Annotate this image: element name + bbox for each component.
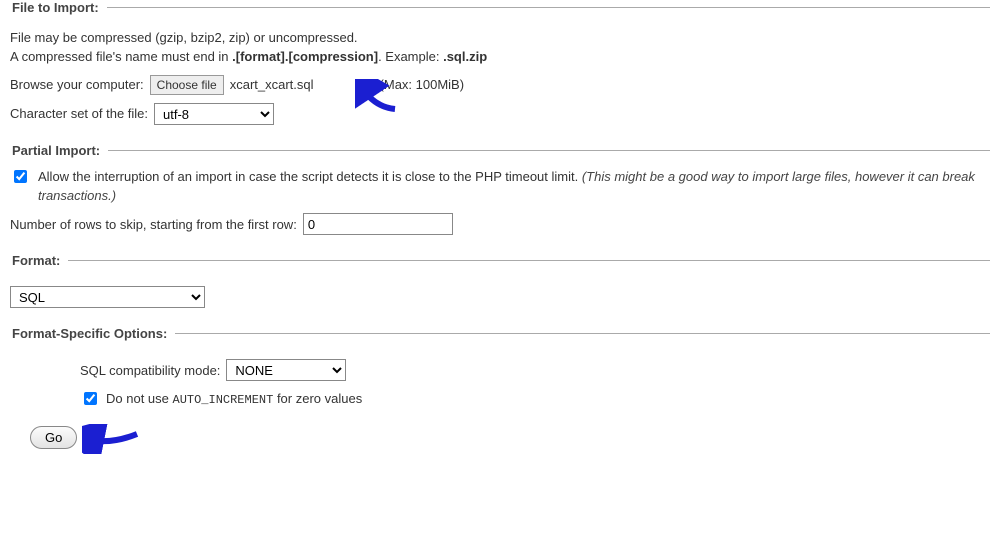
no-autoincrement-checkbox[interactable] [84,392,97,405]
format-select[interactable]: SQL [10,286,205,308]
format-specific-legend: Format-Specific Options: [10,326,175,341]
pointer-arrow-icon [82,424,142,454]
format-specific-fieldset: Format-Specific Options: SQL compatibili… [10,326,990,416]
sql-compat-label: SQL compatibility mode: [80,363,220,378]
charset-select[interactable]: utf-8 [154,103,274,125]
format-fieldset: Format: SQL [10,253,990,316]
hint-line-2b: .[format].[compression] [232,49,378,64]
hint-line-2d: .sql.zip [443,49,487,64]
browse-label: Browse your computer: [10,77,144,92]
go-button[interactable]: Go [30,426,77,449]
hint-line-2a: A compressed file's name must end in [10,49,232,64]
format-legend: Format: [10,253,68,268]
choose-file-button[interactable]: Choose file [150,75,224,95]
charset-label: Character set of the file: [10,106,148,121]
skip-rows-input[interactable] [303,213,453,235]
compression-hint: File may be compressed (gzip, bzip2, zip… [10,29,990,67]
allow-interruption-checkbox[interactable] [14,170,27,183]
hint-line-1: File may be compressed (gzip, bzip2, zip… [10,30,358,45]
partial-import-legend: Partial Import: [10,143,108,158]
chosen-filename: xcart_xcart.sql [230,77,314,92]
skip-rows-label: Number of rows to skip, starting from th… [10,217,297,232]
hint-line-2c: . Example: [378,49,443,64]
pointer-arrow-icon [355,79,405,115]
no-autoincrement-label: Do not use AUTO_INCREMENT for zero value… [106,391,362,407]
file-to-import-legend: File to Import: [10,0,107,15]
sql-compat-select[interactable]: NONE [226,359,346,381]
allow-interruption-label: Allow the interruption of an import in c… [38,168,990,206]
partial-import-fieldset: Partial Import: Allow the interruption o… [10,143,990,244]
file-to-import-fieldset: File to Import: File may be compressed (… [10,0,990,133]
